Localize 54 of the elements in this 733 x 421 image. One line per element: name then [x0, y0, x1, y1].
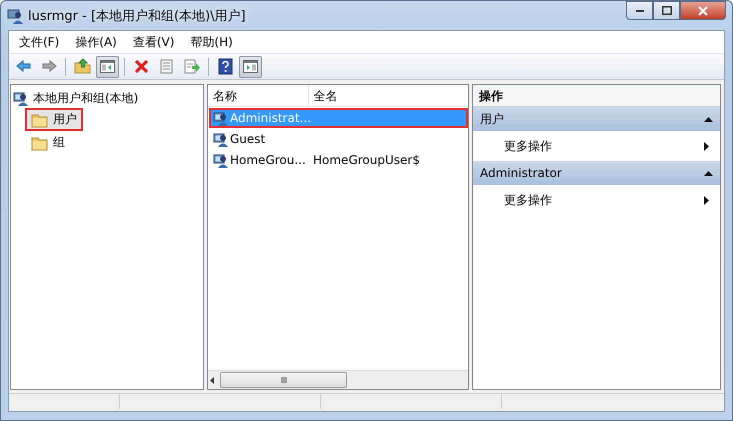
close-icon — [698, 6, 708, 16]
collapse-icon — [703, 168, 714, 178]
panel-icon — [242, 58, 259, 75]
user-icon — [213, 131, 229, 147]
minimize-button[interactable] — [626, 1, 653, 20]
table-cell-text: HomeGroupUser$ — [312, 153, 420, 167]
folder-up-icon — [74, 58, 91, 75]
menu-item[interactable]: 操作(A) — [67, 32, 125, 52]
horizontal-scrollbar[interactable] — [208, 370, 468, 389]
menu-item[interactable]: 文件(F) — [11, 32, 68, 52]
back-arrow-icon — [15, 58, 32, 75]
section-title: 用户 — [480, 110, 504, 128]
table-cell: HomeGrou... — [230, 153, 306, 167]
user-icon — [213, 110, 229, 126]
column-header[interactable]: 全名 — [308, 85, 468, 106]
pane-title: 操作 — [473, 85, 720, 107]
table-cell: Administrat... — [230, 111, 311, 125]
users-computer-icon — [13, 90, 29, 106]
tree-item[interactable]: 用户 — [25, 108, 83, 131]
app-icon — [7, 8, 23, 24]
menu-item[interactable]: 查看(V) — [124, 32, 182, 52]
section-title: Administrator — [480, 166, 562, 180]
list-row[interactable]: HomeGrou... HomeGroupUser$ — [209, 150, 468, 170]
maximize-icon — [662, 6, 672, 15]
list-row[interactable]: Guest — [209, 129, 468, 149]
minimize-icon — [636, 10, 644, 12]
export-icon — [183, 58, 200, 75]
help-icon — [217, 58, 234, 75]
delete-icon — [133, 58, 150, 75]
folder-icon — [31, 134, 48, 150]
table-cell: Guest — [230, 132, 266, 146]
section-header[interactable]: 用户 — [473, 107, 720, 131]
panel-icon — [99, 58, 116, 75]
column-header[interactable]: 名称 — [208, 85, 309, 106]
maximize-button[interactable] — [653, 1, 680, 20]
action-item[interactable]: 更多操作 — [473, 131, 720, 161]
window-title: lusrmgr - [本地用户和组(本地)\用户] — [28, 8, 247, 24]
sheet-icon — [158, 58, 175, 75]
close-button[interactable] — [680, 1, 726, 20]
menu-item[interactable]: 帮助(H) — [182, 32, 241, 52]
tree-item[interactable]: 本地用户和组(本地) — [33, 90, 138, 106]
action-item[interactable]: 更多操作 — [473, 185, 720, 215]
submenu-arrow-icon — [703, 194, 710, 206]
forward-arrow-icon — [40, 58, 57, 75]
toolbar-button[interactable] — [239, 56, 262, 78]
collapse-icon — [703, 114, 714, 124]
tree-item[interactable]: 组 — [25, 131, 71, 154]
scroll-left-icon — [208, 374, 216, 386]
user-icon — [213, 152, 229, 168]
section-header[interactable]: Administrator — [473, 161, 720, 185]
submenu-arrow-icon — [703, 140, 710, 152]
grip-icon — [280, 375, 286, 385]
toolbar-button[interactable] — [96, 56, 119, 78]
folder-icon — [31, 112, 48, 128]
